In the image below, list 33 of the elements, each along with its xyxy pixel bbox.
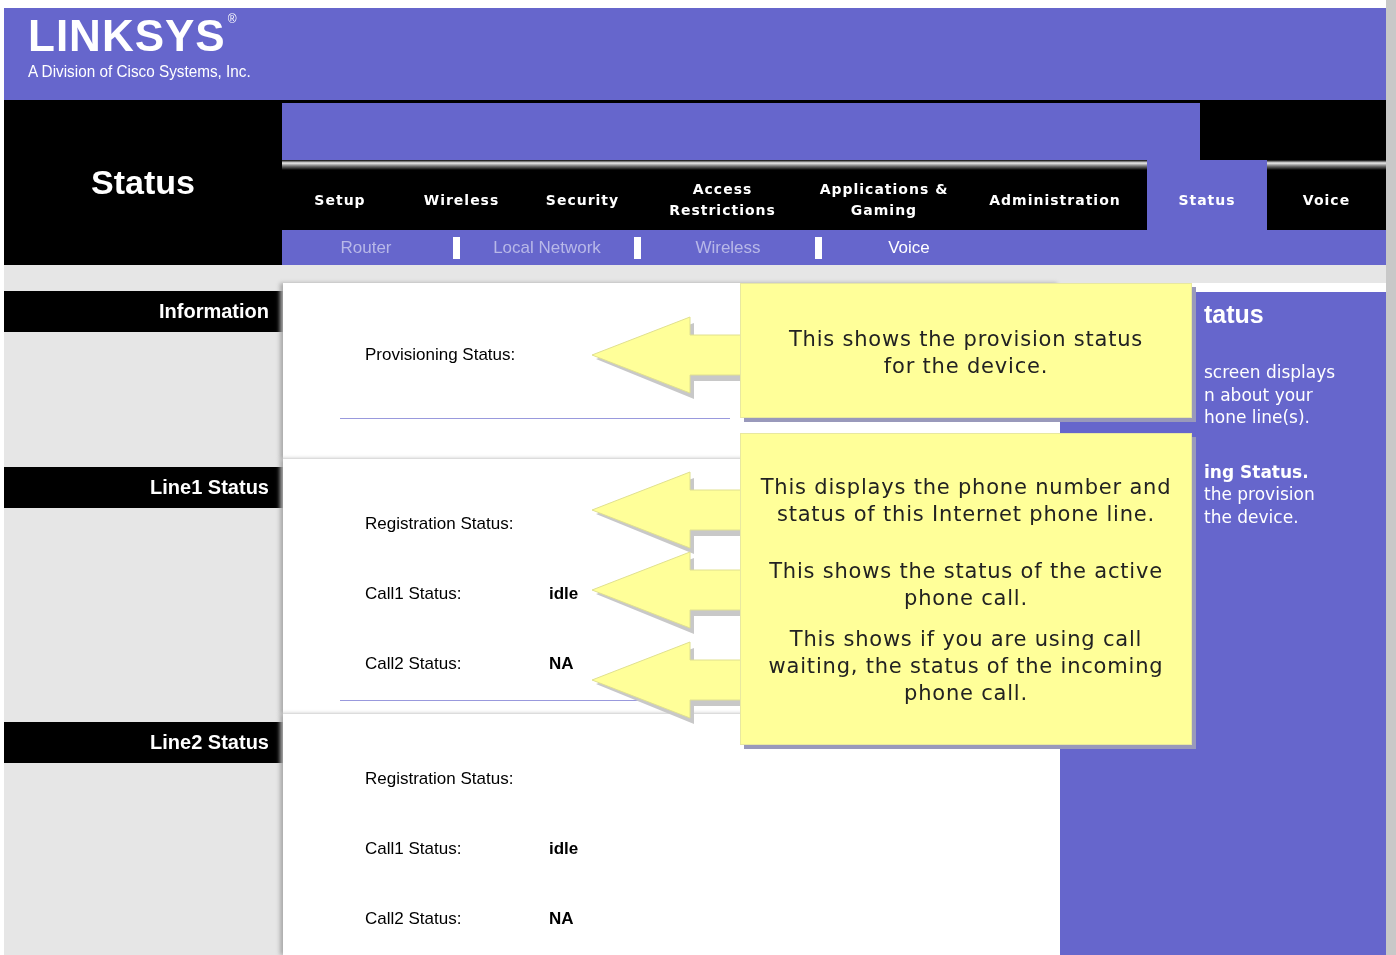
field-label: Call1 Status:	[365, 839, 463, 859]
field-label: Call2 Status:	[365, 909, 463, 929]
callout-text: This shows the provision status for the device.	[787, 326, 1145, 380]
field-value: idle	[549, 584, 579, 604]
field-value: NA	[549, 909, 574, 929]
section-header: Line1 Status	[4, 467, 283, 508]
field-label: Call2 Status:	[365, 654, 463, 674]
nav-tab[interactable]: Status	[1147, 160, 1267, 230]
help-heading: ing Status.	[1204, 460, 1310, 483]
callout-text: This shows the status of the active phone call.	[768, 558, 1164, 612]
help-text: n about your	[1204, 383, 1314, 406]
help-text: the provision	[1204, 483, 1316, 506]
logo: LINKSYS$^{®}$	[28, 12, 238, 60]
help-text: the device.	[1204, 505, 1300, 528]
section-header: Information	[4, 291, 283, 332]
field-label: Provisioning Status:	[365, 345, 517, 365]
help-title: tatus	[1204, 300, 1265, 329]
field-value: NA	[549, 654, 574, 674]
section-header: Line2 Status	[4, 722, 283, 763]
help-text: hone line(s).	[1204, 406, 1312, 429]
tab-separator	[453, 236, 460, 259]
field-label: Call1 Status:	[365, 584, 463, 604]
callout-text: This shows if you are using call waiting, the status of the incoming phone call.	[767, 626, 1165, 707]
field-label: Registration Status:	[365, 514, 515, 534]
tab-separator	[815, 236, 822, 259]
callout-text: This displays the phone number and status of this Internet phone line.	[759, 474, 1173, 528]
field-label: Registration Status:	[365, 769, 515, 789]
field-value: idle	[549, 839, 579, 859]
page-title: Status	[91, 163, 195, 202]
tab-separator	[634, 236, 641, 259]
subtab[interactable]: Voice	[825, 237, 993, 258]
help-text: screen displays	[1204, 361, 1337, 384]
tagline: A Division of Cisco Systems, Inc.	[28, 62, 251, 82]
